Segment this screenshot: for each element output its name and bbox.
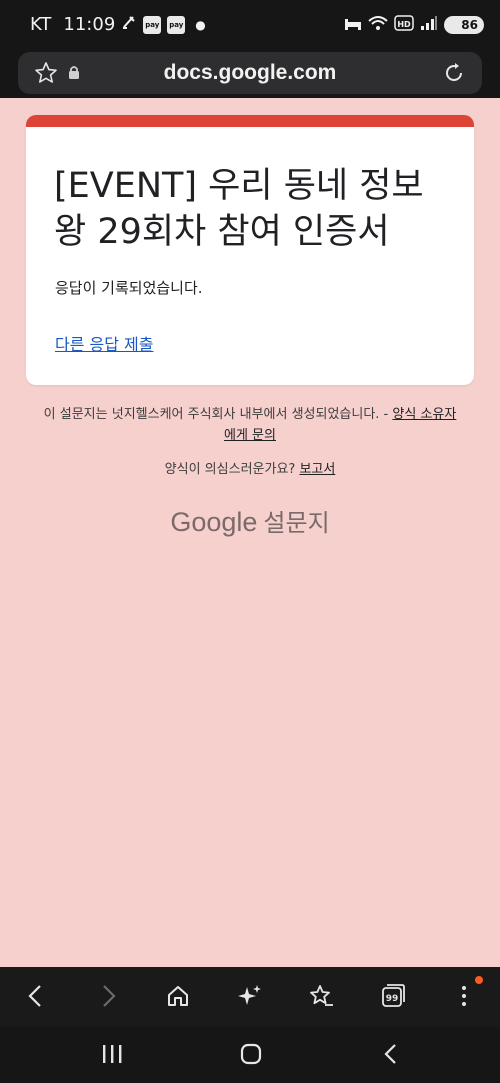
forms-wordmark: 설문지: [263, 509, 330, 537]
response-recorded-message: 응답이 기록되었습니다.: [55, 279, 203, 297]
battery-icon: 86: [444, 16, 484, 34]
address-bar[interactable]: docs.google.com: [18, 52, 482, 94]
status-bar-left: KT 11:09 pay pay ●: [30, 14, 206, 35]
browser-toolbar: docs.google.com: [0, 52, 500, 98]
tabs-count: 99: [386, 994, 399, 1004]
recents-icon[interactable]: [100, 1043, 124, 1069]
pay-badge: pay: [167, 15, 186, 34]
sparkle-icon[interactable]: [237, 983, 263, 1013]
report-link[interactable]: 보고서: [299, 462, 335, 477]
pay-badge: pay: [143, 15, 162, 34]
card-accent-bar: [26, 115, 474, 127]
more-icon[interactable]: [454, 983, 474, 1013]
status-bar: KT 11:09 pay pay ● HD 86: [0, 0, 500, 52]
back-icon[interactable]: [24, 983, 48, 1013]
status-bar-right: HD 86: [344, 15, 484, 35]
notification-dot: [475, 976, 483, 984]
hd-icon: HD: [394, 15, 414, 35]
footer-created-text: 이 설문지는 넛지헬스케어 주식회사 내부에서 생성되었습니다. -: [43, 407, 393, 422]
home-icon[interactable]: [166, 983, 190, 1013]
home-circle-icon[interactable]: [239, 1043, 263, 1069]
footer-report-line: 양식이 의심스러운가요? 보고서: [0, 458, 500, 477]
forward-icon[interactable]: [96, 983, 120, 1013]
svg-text:HD: HD: [397, 20, 411, 29]
tabs-icon[interactable]: 99: [380, 983, 406, 1013]
wifi-icon: [368, 15, 388, 35]
footer-disclaimer: 이 설문지는 넛지헬스케어 주식회사 내부에서 생성되었습니다. - 양식 소유…: [40, 404, 460, 446]
system-nav-bar: [0, 1027, 500, 1083]
confirmation-card: [EVENT] 우리 동네 정보왕 29회차 참여 인증서 응답이 기록되었습니…: [26, 115, 474, 385]
clock: 11:09: [63, 14, 116, 35]
google-forms-logo[interactable]: Google 설문지: [0, 503, 500, 538]
url-text[interactable]: docs.google.com: [18, 61, 482, 85]
dot-icon: ●: [195, 17, 206, 32]
signature-icon: [121, 14, 137, 35]
google-wordmark: Google: [170, 507, 258, 537]
form-title: [EVENT] 우리 동네 정보왕 29회차 참여 인증서: [54, 166, 424, 252]
signal-icon: [420, 15, 438, 35]
footer-suspicious-text: 양식이 의심스러운가요?: [164, 462, 300, 477]
reload-icon[interactable]: [442, 61, 466, 89]
sleep-icon: [344, 16, 362, 35]
carrier-label: KT: [30, 14, 52, 35]
browser-bottom-nav: 99: [0, 967, 500, 1027]
system-back-icon[interactable]: [380, 1043, 404, 1069]
bookmark-star-icon[interactable]: [308, 983, 334, 1013]
submit-another-response-link[interactable]: 다른 응답 제출: [55, 331, 154, 355]
